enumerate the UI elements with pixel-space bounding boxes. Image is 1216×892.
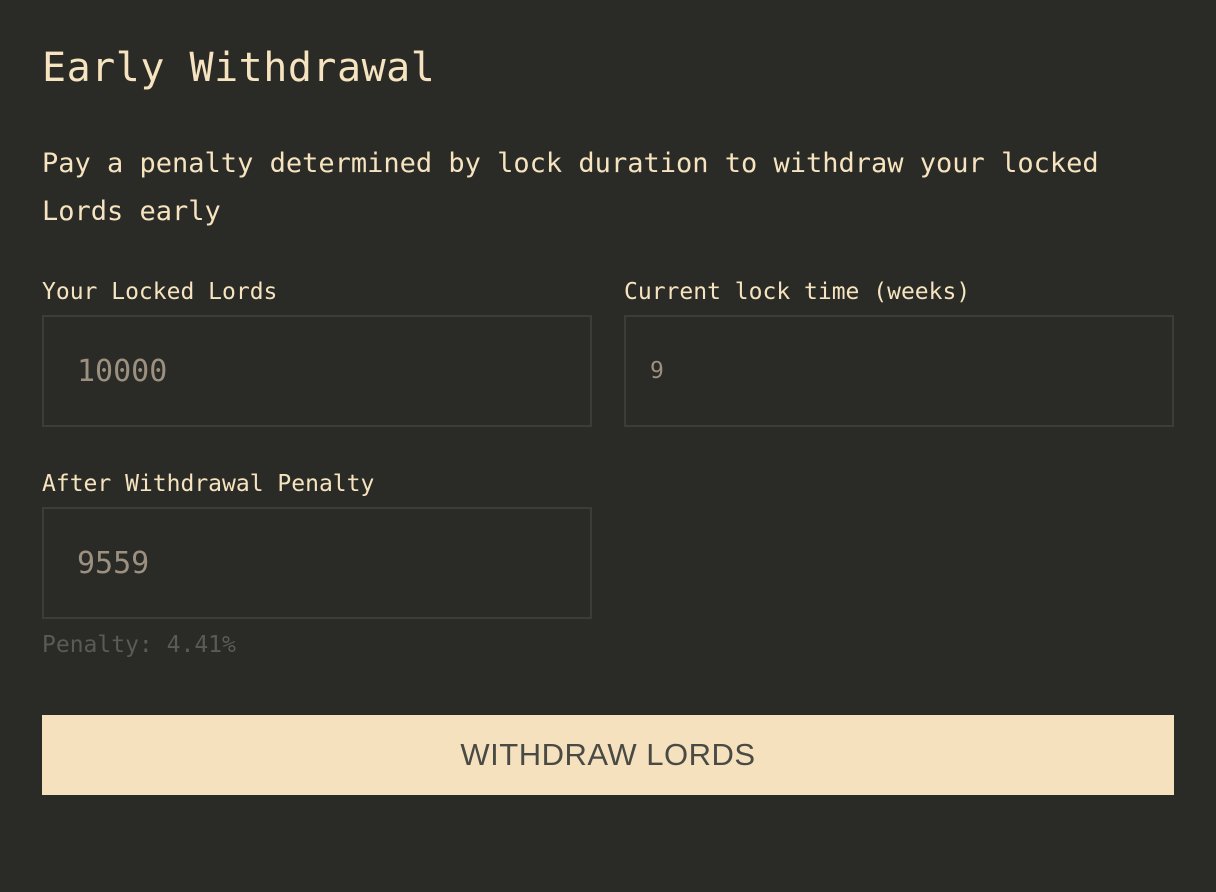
description-text: Pay a penalty determined by lock duratio… <box>42 148 1099 227</box>
after-penalty-input[interactable] <box>42 507 592 619</box>
locked-lords-label: Your Locked Lords <box>42 279 278 305</box>
after-penalty-label: After Withdrawal Penalty <box>42 471 375 497</box>
lock-time-label: Current lock time (weeks) <box>624 279 971 305</box>
penalty-percentage-text: Penalty: 4.41% <box>42 632 236 658</box>
withdraw-lords-button[interactable]: WITHDRAW LORDS <box>42 715 1174 795</box>
early-withdrawal-panel: Early Withdrawal Pay a penalty determine… <box>0 0 1216 892</box>
page-title: Early Withdrawal <box>42 45 436 91</box>
locked-lords-input[interactable] <box>42 315 592 427</box>
lock-time-input[interactable] <box>624 315 1174 427</box>
